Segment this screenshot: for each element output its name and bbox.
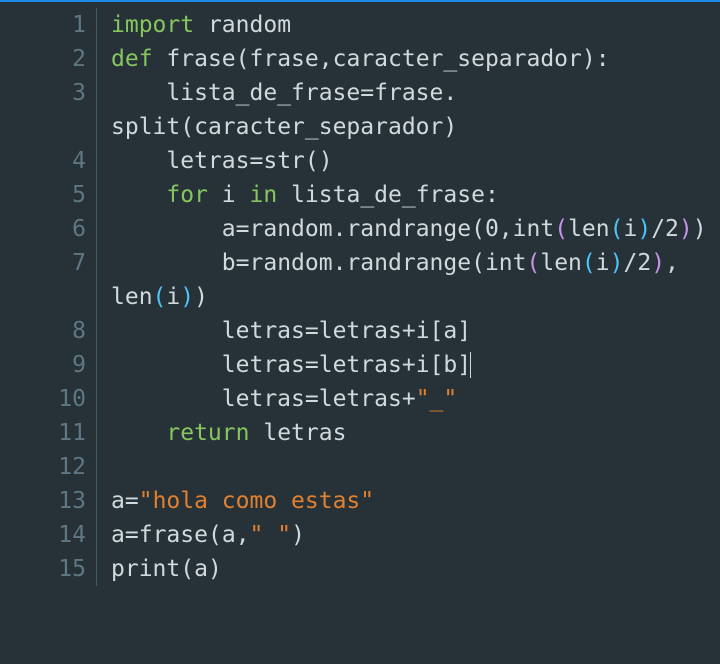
string-literal: "_": [416, 386, 458, 412]
code-line[interactable]: 3 lista_de_frase=frase.: [0, 76, 720, 110]
code-line[interactable]: 2 def frase(frase,caracter_separador):: [0, 42, 720, 76]
line-number: 12: [0, 450, 97, 484]
line-number: 9: [0, 348, 97, 382]
keyword-in: in: [250, 182, 278, 208]
code-line[interactable]: 6 a=random.randrange(0,int(len(i)/2)): [0, 212, 720, 246]
line-number: 11: [0, 416, 97, 450]
code-line[interactable]: 14 a=frase(a," "): [0, 518, 720, 552]
code-line-wrap[interactable]: len(i)): [0, 280, 720, 314]
line-number-blank: [0, 110, 97, 144]
line-number: 7: [0, 246, 97, 280]
keyword-import: import: [111, 12, 194, 38]
line-number: 3: [0, 76, 97, 110]
keyword-for: for: [166, 182, 208, 208]
code-line[interactable]: 11 return letras: [0, 416, 720, 450]
line-number-blank: [0, 280, 97, 314]
code-line[interactable]: 13 a="hola como estas": [0, 484, 720, 518]
code-line[interactable]: 1 import random: [0, 8, 720, 42]
keyword-def: def: [111, 46, 153, 72]
code-line[interactable]: 12: [0, 450, 720, 484]
line-number: 10: [0, 382, 97, 416]
code-line[interactable]: 15 print(a): [0, 552, 720, 586]
string-literal: "hola como estas": [139, 488, 374, 514]
code-line[interactable]: 9 letras=letras+i[b]: [0, 348, 720, 382]
keyword-return: return: [166, 420, 249, 446]
line-number: 8: [0, 314, 97, 348]
code-line-wrap[interactable]: split(caracter_separador): [0, 110, 720, 144]
line-number: 6: [0, 212, 97, 246]
function-name: frase: [166, 46, 235, 72]
line-number: 4: [0, 144, 97, 178]
line-number: 13: [0, 484, 97, 518]
module-name: random: [208, 12, 291, 38]
line-number: 15: [0, 552, 97, 586]
line-number: 14: [0, 518, 97, 552]
code-line[interactable]: 7 b=random.randrange(int(len(i)/2),: [0, 246, 720, 280]
code-line[interactable]: 4 letras=str(): [0, 144, 720, 178]
line-number: 5: [0, 178, 97, 212]
code-line[interactable]: 8 letras=letras+i[a]: [0, 314, 720, 348]
code-editor: 1 import random 2 def frase(frase,caract…: [0, 0, 720, 586]
text-cursor: [470, 352, 471, 378]
string-literal: " ": [250, 522, 292, 548]
code-line[interactable]: 5 for i in lista_de_frase:: [0, 178, 720, 212]
line-number: 2: [0, 42, 97, 76]
code-line[interactable]: 10 letras=letras+"_": [0, 382, 720, 416]
line-number: 1: [0, 8, 97, 42]
